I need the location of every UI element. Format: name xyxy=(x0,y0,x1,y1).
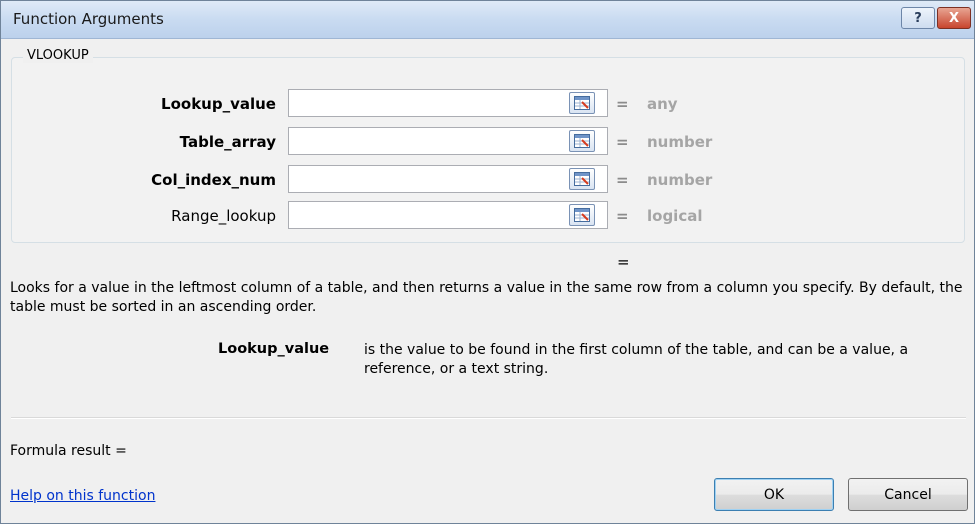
arg-label-lookup-value: Lookup_value xyxy=(161,95,276,113)
col-index-num-ref-button[interactable] xyxy=(569,168,595,190)
dialog-title: Function Arguments xyxy=(13,10,164,28)
formula-result: Formula result = xyxy=(10,443,127,459)
arg-equals: = xyxy=(616,95,629,113)
divider xyxy=(11,417,966,419)
arg-type-table-array: number xyxy=(647,133,713,151)
function-arguments-dialog: Function Arguments ? X VLOOKUP Lookup_va… xyxy=(0,0,975,524)
collapse-dialog-icon xyxy=(574,96,590,110)
arg-help-name: Lookup_value xyxy=(218,341,330,357)
lookup-value-input[interactable] xyxy=(288,89,608,117)
help-on-function-link[interactable]: Help on this function xyxy=(10,488,155,504)
collapse-dialog-icon xyxy=(574,172,590,186)
function-result-equals: = xyxy=(617,253,630,271)
title-bar[interactable]: Function Arguments ? X xyxy=(1,1,974,39)
help-button[interactable]: ? xyxy=(901,7,935,29)
collapse-dialog-icon xyxy=(574,134,590,148)
arg-type-range-lookup: logical xyxy=(647,207,703,225)
collapse-dialog-icon xyxy=(574,208,590,222)
close-icon: X xyxy=(948,10,960,26)
lookup-value-ref-button[interactable] xyxy=(569,92,595,114)
arg-help-text: is the value to be found in the first co… xyxy=(364,342,909,377)
close-button[interactable]: X xyxy=(937,7,971,29)
arg-type-col-index-num: number xyxy=(647,171,713,189)
function-description: Looks for a value in the leftmost column… xyxy=(10,280,963,315)
range-lookup-input[interactable] xyxy=(288,201,608,229)
function-name: VLOOKUP xyxy=(23,48,93,63)
range-lookup-ref-button[interactable] xyxy=(569,204,595,226)
table-array-ref-button[interactable] xyxy=(569,130,595,152)
col-index-num-input[interactable] xyxy=(288,165,608,193)
arg-equals: = xyxy=(616,133,629,151)
arg-type-lookup-value: any xyxy=(647,95,678,113)
ok-button[interactable]: OK xyxy=(714,478,834,511)
arg-label-table-array: Table_array xyxy=(179,133,276,151)
arg-equals: = xyxy=(616,171,629,189)
arg-label-col-index-num: Col_index_num xyxy=(151,171,276,189)
cancel-button[interactable]: Cancel xyxy=(848,478,968,511)
arg-label-range-lookup: Range_lookup xyxy=(171,207,276,225)
question-icon: ? xyxy=(914,10,922,26)
arg-equals: = xyxy=(616,207,629,225)
table-array-input[interactable] xyxy=(288,127,608,155)
